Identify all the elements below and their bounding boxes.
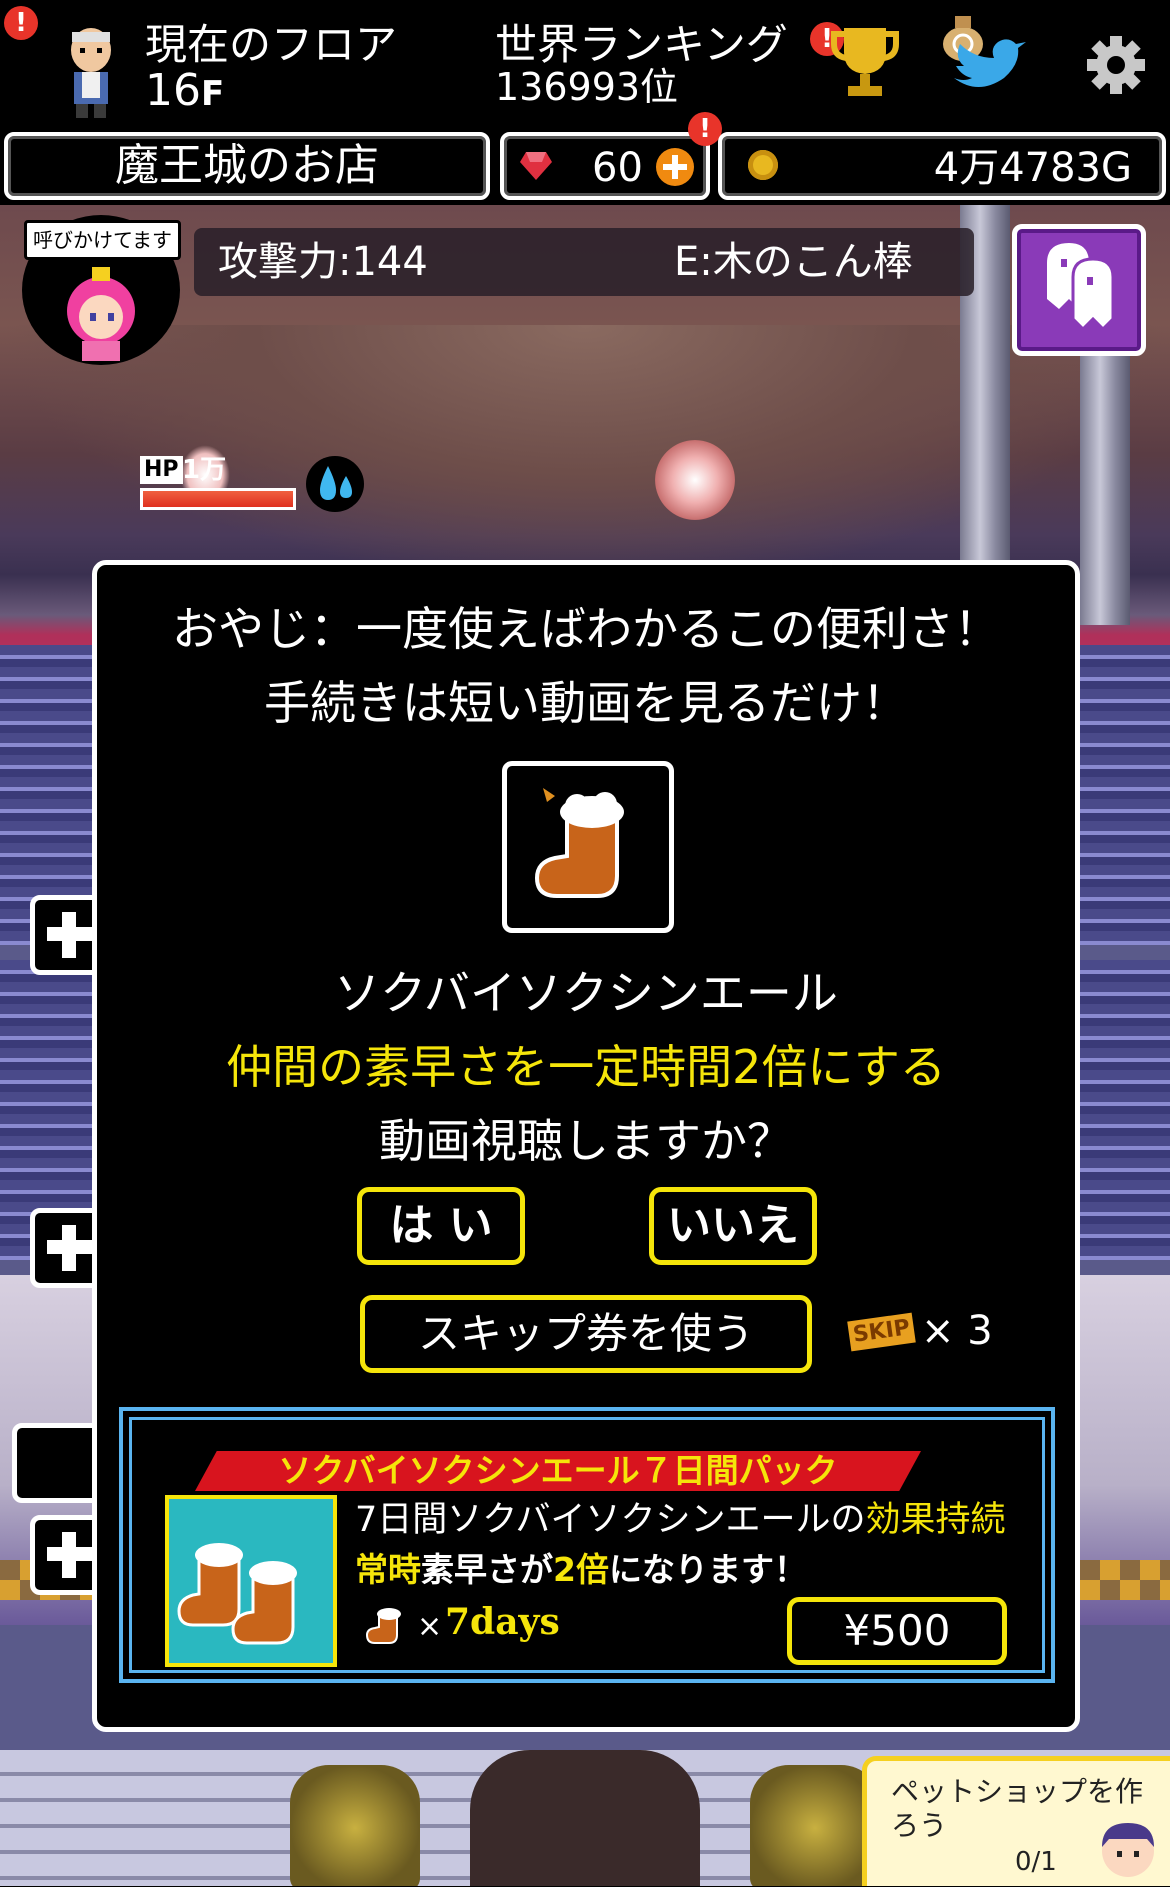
gold-panel: 4万4783G [718, 132, 1166, 200]
pack-desc-2d: になります！ [608, 1550, 807, 1589]
shop-name: 魔王城のお店 [115, 140, 379, 191]
pack-desc-1a: 7日間ソクバイソクシンエールの [355, 1500, 866, 1540]
trophy-icon[interactable] [830, 22, 900, 100]
floor-number: 16 [145, 65, 201, 116]
princess-avatar-icon [67, 267, 135, 361]
beer-boot-icon [177, 1543, 297, 1645]
room-tab[interactable] [12, 1423, 102, 1503]
ranking-label: 世界ランキング [495, 20, 788, 69]
notification-badge: ! [4, 6, 38, 40]
pack-desc-line-2: 常時素早さが2倍になります！ [355, 1547, 807, 1593]
buy-gems-button[interactable] [656, 148, 694, 186]
gargoyle-statue-right [750, 1765, 880, 1886]
gem-badge: ! [688, 112, 722, 146]
shop-name-panel[interactable]: 魔王城のお店 [4, 132, 490, 200]
top-bar: ! 現在のフロア 16F 世界ランキング 136993位 ! [0, 0, 1170, 128]
water-drop-icon [320, 466, 352, 500]
equipped-weapon: E:木のこん棒 [674, 239, 913, 285]
hp-label: HP [140, 456, 183, 484]
item-name: ソクバイソクシンエール [334, 966, 838, 1020]
shopkeeper-avatar-icon[interactable] [60, 26, 122, 118]
beer-boot-icon [365, 1608, 401, 1644]
speech-bubble: 呼びかけてます [24, 220, 181, 260]
gem-icon [520, 152, 552, 180]
pack-offer-panel[interactable]: ソクバイソクシンエール７日間パック 7日間ソクバイソクシンエールの効果持続 常時… [119, 1407, 1055, 1683]
no-button[interactable]: いいえ [649, 1187, 817, 1265]
hp-value: 1万 [182, 455, 227, 485]
dialog-line-1: おやじ：一度使えばわかるこの便利さ！ [172, 602, 1000, 656]
stats-bar: 攻撃力:144 E:木のこん棒 [194, 228, 974, 296]
dialog-line-2: 手続きは短い動画を見るだけ！ [264, 676, 908, 730]
pack-desc-2a: 常時 [355, 1550, 421, 1589]
yes-button[interactable]: は い [357, 1187, 525, 1265]
floor-label: 現在のフロア [145, 20, 398, 69]
pack-price-button[interactable]: ¥500 [787, 1597, 1007, 1665]
ghost-icon [1047, 243, 1115, 332]
floor-value: 16F [145, 68, 224, 117]
skip-ticket-count: × 3 [921, 1308, 993, 1354]
watch-video-question: 動画視聴しますか？ [379, 1114, 793, 1168]
plus-icon [663, 155, 687, 179]
pack-title: ソクバイソクシンエール７日間パック [278, 1451, 838, 1490]
gem-count: 60 [592, 145, 643, 191]
gem-panel[interactable]: 60 [500, 132, 710, 200]
pack-desc-2c: 2倍 [553, 1550, 609, 1589]
quest-card[interactable]: ペットショップを作ろう 0/1 [862, 1756, 1170, 1886]
status-effect [306, 456, 364, 512]
hp-bar-fill [143, 491, 293, 507]
quest-progress: 0/1 [1015, 1847, 1057, 1877]
pillar-right [1080, 325, 1130, 625]
use-skip-ticket-button[interactable]: スキップ券を使う [360, 1295, 812, 1373]
item-icon-frame [502, 761, 674, 933]
quest-character-icon [1102, 1823, 1154, 1877]
gargoyle-statue-left [290, 1765, 420, 1886]
pack-desc-line-1: 7日間ソクバイソクシンエールの効果持続 [355, 1497, 1006, 1543]
pack-duration: 7days [445, 1601, 560, 1643]
video-offer-dialog: おやじ：一度使えばわかるこの便利さ！ 手続きは短い動画を見るだけ！ ソクバイソク… [92, 560, 1080, 1732]
skip-ticket-icon: SKIP [847, 1312, 916, 1352]
torch-flame [655, 440, 735, 520]
ranking-value: 136993位 [495, 65, 679, 109]
beer-boot-icon [534, 788, 624, 898]
coin-icon [748, 150, 778, 180]
pack-title-banner: ソクバイソクシンエール７日間パック [195, 1451, 921, 1491]
item-effect: 仲間の素早さを一定時間2倍にする [226, 1040, 946, 1094]
twitter-bird-icon[interactable] [948, 34, 1028, 100]
hp-bar [140, 488, 296, 510]
attack-power: 攻撃力:144 [218, 239, 428, 285]
party-button[interactable] [1012, 224, 1146, 356]
pack-desc-2b: 素早さが [421, 1550, 553, 1589]
pack-qty-x: × [417, 1609, 443, 1644]
castle-gate [470, 1750, 700, 1886]
floor-unit: F [201, 74, 225, 114]
gear-icon[interactable] [1085, 34, 1147, 96]
pack-item-image [165, 1495, 337, 1667]
gold-amount: 4万4783G [933, 145, 1132, 191]
pack-desc-1b: 効果持続 [865, 1500, 1006, 1540]
